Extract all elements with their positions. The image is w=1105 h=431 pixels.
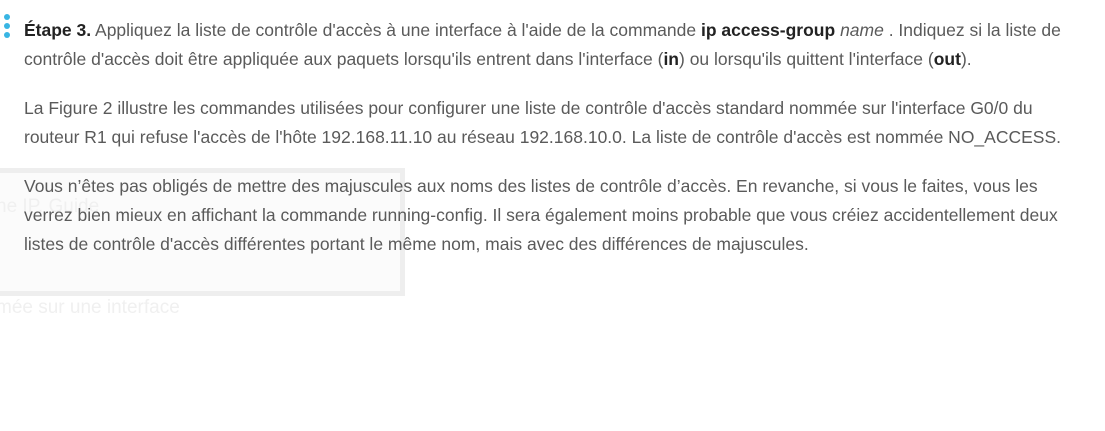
step-marker-dot xyxy=(4,32,10,38)
figure-2-paragraph: La Figure 2 illustre les commandes utili… xyxy=(24,98,1061,147)
step-marker-dot xyxy=(4,14,10,20)
article-body: Étape 3. Appliquez la liste de contrôle … xyxy=(24,16,1089,279)
paragraph-text: ) ou lorsqu'ils quittent l'interface ( xyxy=(679,49,934,69)
step-marker-icon xyxy=(4,14,10,41)
step-label: Étape 3. xyxy=(24,20,92,40)
command-keyword: ip access-group xyxy=(700,20,836,40)
step-marker-dot xyxy=(4,23,10,29)
command-argument: name xyxy=(840,20,884,40)
paragraph-text: ). xyxy=(960,49,972,69)
keyword-in: in xyxy=(663,49,679,69)
keyword-out: out xyxy=(933,49,961,69)
capitalization-paragraph: Vous n’êtes pas obligés de mettre des ma… xyxy=(24,176,1058,254)
background-ghost-text: mée sur une interface xyxy=(0,297,180,318)
step-3-paragraph: Étape 3. Appliquez la liste de contrôle … xyxy=(24,16,1089,74)
paragraph-text: Appliquez la liste de contrôle d'accès à… xyxy=(91,20,701,40)
